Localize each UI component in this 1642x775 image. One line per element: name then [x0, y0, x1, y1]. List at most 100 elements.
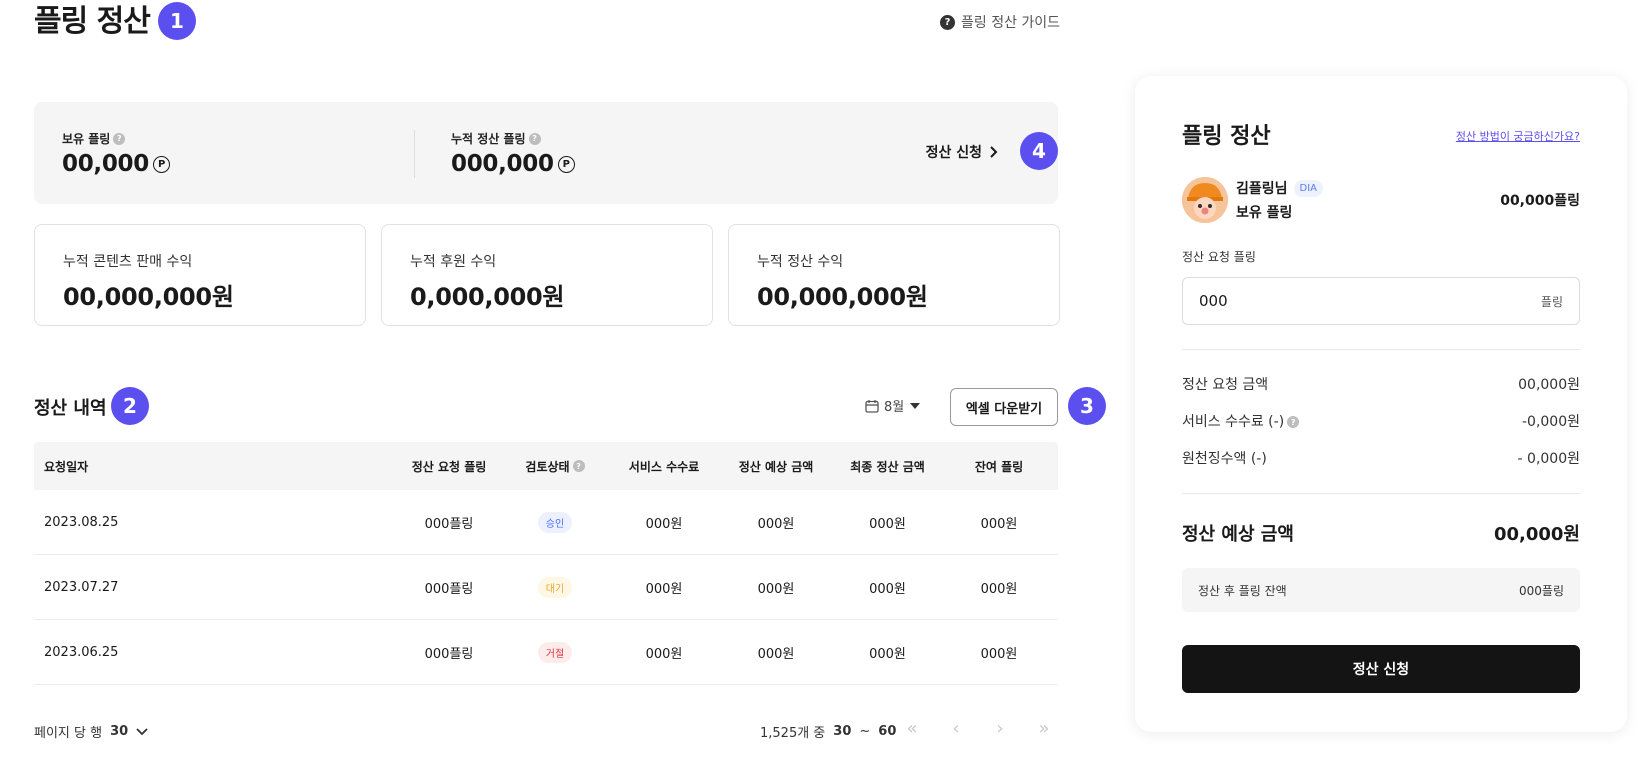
- apply-link[interactable]: 정산 신청: [926, 142, 998, 162]
- divider: [1182, 493, 1580, 494]
- caret-down-icon: [910, 402, 921, 409]
- status-badge: 거절: [537, 641, 573, 663]
- stat-value: 0,000,000원: [410, 283, 565, 311]
- apply-link-label: 정산 신청: [925, 145, 982, 161]
- accum-value: 000,000 P: [451, 151, 575, 177]
- col-fee: 서비스 수수료: [628, 459, 700, 474]
- cell-request: 000플링: [424, 646, 474, 662]
- holding-label: 보유 플링?: [62, 130, 170, 147]
- cell-expected: 000원: [757, 646, 795, 662]
- guide-link[interactable]: ? 플링 정산 가이드: [940, 12, 1060, 32]
- step-badge-4: 4: [1020, 132, 1058, 170]
- step-badge-2: 2: [111, 387, 149, 425]
- summary-divider: [414, 130, 415, 178]
- remain-box: 정산 후 플링 잔액 000플링: [1182, 568, 1580, 612]
- table-row: 2023.07.27 000플링 대기 000원 000원 000원 000원: [34, 555, 1058, 620]
- cell-remain: 000원: [980, 646, 1018, 662]
- calendar-icon: [865, 399, 879, 413]
- cell-status: 대기: [504, 576, 606, 598]
- range-from: 30: [833, 724, 852, 739]
- help-link[interactable]: 정산 방법이 궁금하신가요?: [1456, 128, 1580, 144]
- table-row: 2023.06.25 000플링 거절 000원 000원 000원 000원: [34, 620, 1058, 685]
- request-unit: 플링: [1540, 294, 1563, 309]
- divider: [1182, 349, 1580, 350]
- total-count: 1,525개 중: [760, 726, 826, 741]
- rows-per-page[interactable]: 페이지 당 행 30: [34, 722, 148, 741]
- info-icon[interactable]: ?: [1287, 416, 1300, 428]
- guide-link-label: 플링 정산 가이드: [961, 15, 1061, 31]
- per-page-value: 30: [110, 724, 129, 739]
- cell-status: 승인: [504, 511, 606, 533]
- first-page-icon[interactable]: «: [900, 718, 924, 739]
- month-value: 8월: [884, 400, 905, 415]
- range-to: 60: [878, 724, 897, 739]
- cell-final: 000원: [869, 581, 906, 597]
- request-label: 정산 요청 플링: [1182, 250, 1256, 264]
- pager: « ‹ › »: [900, 718, 1056, 739]
- cell-fee: 000원: [645, 516, 683, 532]
- col-date: 요청일자: [44, 459, 89, 474]
- step-badge-1: 1: [158, 2, 196, 40]
- request-amount-row: 정산 요청 금액 00,000원: [1182, 377, 1580, 393]
- status-badge: 승인: [537, 511, 573, 533]
- cell-expected: 000원: [757, 581, 795, 597]
- table-header: 요청일자 정산 요청 플링 검토상태? 서비스 수수료 정산 예상 금액 최종 …: [34, 442, 1058, 490]
- history-title: 정산 내역: [34, 398, 107, 419]
- page-range: 1,525개 중 30 ~ 60: [760, 722, 896, 741]
- cell-date: 2023.07.27: [44, 579, 119, 595]
- cell-expected: 000원: [757, 516, 795, 532]
- avatar: [1182, 177, 1228, 223]
- stat-card-sponsor: 누적 후원 수익 0,000,000원: [381, 224, 713, 326]
- stat-label: 누적 후원 수익: [410, 254, 497, 270]
- cell-final: 000원: [869, 516, 906, 532]
- cell-request: 000플링: [424, 516, 474, 532]
- point-icon: P: [557, 155, 575, 173]
- info-icon[interactable]: ?: [113, 132, 126, 145]
- info-icon[interactable]: ?: [572, 460, 585, 472]
- cell-remain: 000원: [980, 516, 1018, 532]
- month-select[interactable]: 8월: [865, 396, 921, 415]
- per-page-label: 페이지 당 행: [34, 726, 103, 741]
- col-remain: 잔여 플링: [974, 459, 1024, 474]
- col-request: 정산 요청 플링: [411, 459, 487, 474]
- prev-page-icon[interactable]: ‹: [944, 718, 968, 739]
- step-badge-3: 3: [1068, 387, 1106, 425]
- request-value: 000: [1199, 292, 1228, 310]
- page-title: 플링 정산: [34, 4, 151, 39]
- user-name: 김플링님 DIA: [1236, 178, 1324, 198]
- holding-block: 보유 플링? 00,000 P: [62, 130, 170, 177]
- submit-button[interactable]: 정산 신청: [1182, 645, 1580, 693]
- help-icon: ?: [940, 14, 955, 30]
- expected-total-row: 정산 예상 금액 00,000원: [1182, 524, 1580, 545]
- info-icon[interactable]: ?: [528, 132, 541, 145]
- cell-request: 000플링: [424, 581, 474, 597]
- accum-block: 누적 정산 플링? 000,000 P: [451, 130, 575, 177]
- cell-status: 거절: [504, 641, 606, 663]
- panel-title: 플링 정산: [1182, 124, 1271, 149]
- status-badge: 대기: [537, 576, 573, 598]
- user-holding-label: 보유 플링: [1236, 205, 1293, 221]
- accum-label: 누적 정산 플링?: [451, 130, 575, 147]
- cell-fee: 000원: [645, 581, 683, 597]
- user-balance: 00,000플링: [1500, 193, 1580, 209]
- stat-card-content-sales: 누적 콘텐츠 판매 수익 00,000,000원: [34, 224, 366, 326]
- tier-badge: DIA: [1293, 179, 1324, 197]
- stat-card-settlement: 누적 정산 수익 00,000,000원: [728, 224, 1060, 326]
- cell-fee: 000원: [645, 646, 683, 662]
- stat-value: 00,000,000원: [63, 283, 234, 311]
- last-page-icon[interactable]: »: [1032, 718, 1056, 739]
- chevron-down-icon: [136, 727, 148, 735]
- col-status: 검토상태?: [504, 458, 606, 475]
- withholding-row: 원천징수액 (-) - 0,000원: [1182, 451, 1580, 467]
- next-page-icon[interactable]: ›: [988, 718, 1012, 739]
- cell-final: 000원: [869, 646, 906, 662]
- chevron-right-icon: [990, 146, 998, 158]
- service-fee-row: 서비스 수수료 (-)? -0,000원: [1182, 414, 1580, 430]
- col-expected: 정산 예상 금액: [738, 459, 814, 474]
- stat-value: 00,000,000원: [757, 283, 928, 311]
- request-input[interactable]: 000 플링: [1182, 277, 1580, 325]
- stat-label: 누적 정산 수익: [757, 254, 844, 270]
- point-icon: P: [152, 155, 170, 173]
- excel-download-button[interactable]: 엑셀 다운받기: [950, 388, 1058, 426]
- cell-date: 2023.08.25: [44, 514, 119, 530]
